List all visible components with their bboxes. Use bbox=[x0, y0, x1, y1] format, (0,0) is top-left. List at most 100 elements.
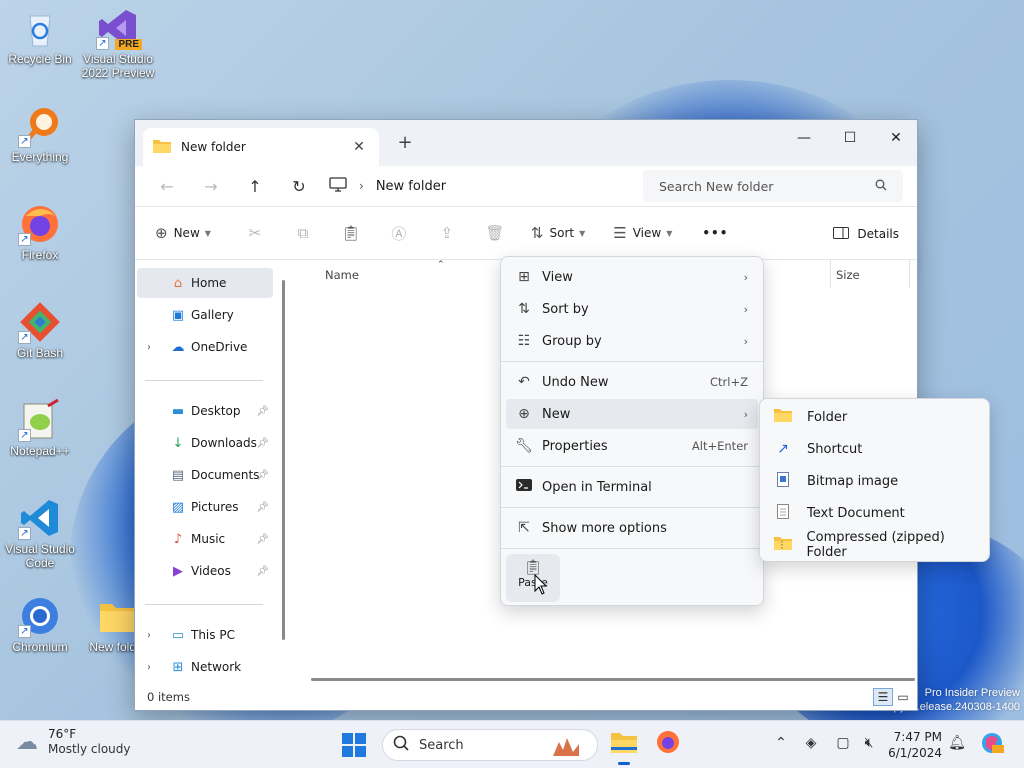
minimize-button[interactable]: — bbox=[781, 124, 827, 152]
up-arrow-icon[interactable]: ↑ bbox=[233, 177, 277, 196]
desktop-icon-visual-studio-preview[interactable]: PRE ↗ Visual Studio 2022 Preview bbox=[78, 6, 158, 80]
chevron-down-icon: ▼ bbox=[579, 228, 586, 238]
column-header-name[interactable]: Name bbox=[325, 268, 359, 282]
plus-circle-icon: ⊕ bbox=[518, 406, 530, 422]
breadcrumb-current[interactable]: New folder bbox=[376, 179, 446, 194]
desktop-icon-everything[interactable]: ↗ Everything bbox=[0, 104, 80, 164]
desktop-icon-chromium[interactable]: ↗ Chromium bbox=[0, 594, 80, 654]
nav-item-network[interactable]: › ⊞ Network bbox=[137, 652, 273, 682]
notepad-plus-plus-icon: ↗ bbox=[18, 398, 62, 442]
network-disconnected-icon[interactable]: ◈ bbox=[800, 735, 822, 751]
desktop-icon-label: Firefox bbox=[21, 248, 59, 262]
nav-item-this-pc[interactable]: › ▭ This PC bbox=[137, 620, 273, 650]
paste-icon[interactable]: 📋︎ bbox=[327, 224, 375, 242]
sort-icon: ⇅ bbox=[518, 301, 530, 317]
column-header-size[interactable]: Size bbox=[836, 268, 860, 282]
nav-item-desktop[interactable]: ▬ Desktop 📌︎ bbox=[137, 396, 273, 426]
refresh-icon[interactable]: ↻ bbox=[277, 177, 321, 196]
share-icon[interactable]: ⇪ bbox=[423, 224, 471, 242]
more-options-icon[interactable]: ••• bbox=[696, 217, 734, 249]
desktop-icon-recycle-bin[interactable]: Recycle Bin bbox=[0, 6, 80, 66]
nav-pane-scrollbar[interactable] bbox=[282, 280, 285, 640]
windows-start-icon[interactable] bbox=[342, 733, 366, 757]
horizontal-scrollbar[interactable] bbox=[311, 678, 915, 681]
chromium-icon: ↗ bbox=[18, 594, 62, 638]
nav-item-downloads[interactable]: ↓ Downloads 📌︎ bbox=[137, 428, 273, 458]
column-divider[interactable] bbox=[830, 260, 831, 288]
system-clock[interactable]: 7:47 PM 6/1/2024 bbox=[880, 729, 942, 761]
cloud-icon: ☁ bbox=[16, 729, 38, 755]
nav-item-documents[interactable]: ▤ Documents 📌︎ bbox=[137, 460, 273, 490]
pin-icon: 📌︎ bbox=[256, 437, 269, 449]
desktop-icon-git-bash[interactable]: ↗ Git Bash bbox=[0, 300, 80, 360]
nav-item-pictures[interactable]: ▨ Pictures 📌︎ bbox=[137, 492, 273, 522]
menu-item-new[interactable]: ⊕ New › bbox=[506, 399, 758, 429]
submenu-item-bitmap-image[interactable]: Bitmap image bbox=[765, 466, 985, 496]
view-button[interactable]: ☰ View ▼ bbox=[607, 217, 678, 249]
paste-button[interactable]: 📋︎ Paste bbox=[506, 554, 560, 602]
desktop-icon-notepad-plus-plus[interactable]: ↗ Notepad++ bbox=[0, 398, 80, 458]
submenu-item-compressed-folder[interactable]: Compressed (zipped) Folder bbox=[765, 530, 985, 560]
rename-icon[interactable]: Ⓐ bbox=[375, 223, 423, 244]
nav-item-onedrive[interactable]: › ☁ OneDrive bbox=[137, 332, 273, 362]
menu-item-show-more-options[interactable]: ⇱ Show more options bbox=[506, 513, 758, 543]
menu-item-view[interactable]: ⊞ View › bbox=[506, 262, 758, 292]
chevron-right-icon[interactable]: › bbox=[147, 662, 151, 673]
new-button[interactable]: ⊕ New ▼ bbox=[149, 217, 217, 249]
chevron-right-icon[interactable]: › bbox=[147, 342, 151, 353]
desktop-icon-vscode[interactable]: ↗ Visual Studio Code bbox=[0, 496, 80, 570]
menu-item-group-by[interactable]: ☷ Group by › bbox=[506, 326, 758, 356]
tab-title: New folder bbox=[181, 140, 246, 154]
copilot-preview-icon[interactable] bbox=[980, 731, 1004, 759]
menu-item-sort-by[interactable]: ⇅ Sort by › bbox=[506, 294, 758, 324]
nav-item-gallery[interactable]: ▣ Gallery bbox=[137, 300, 273, 330]
submenu-item-text-document[interactable]: Text Document bbox=[765, 498, 985, 528]
weather-widget[interactable]: ☁ 76°F Mostly cloudy bbox=[16, 727, 131, 757]
menu-divider bbox=[501, 548, 763, 549]
chevron-right-icon: › bbox=[743, 407, 748, 421]
shortcut-arrow-icon: ↗ bbox=[18, 625, 31, 638]
display-icon[interactable]: ▢ bbox=[832, 735, 854, 751]
pictures-icon: ▨ bbox=[171, 499, 185, 515]
chevron-up-icon[interactable]: ⌃ bbox=[770, 735, 792, 751]
delete-icon[interactable]: 🗑︎ bbox=[471, 224, 519, 242]
close-window-button[interactable]: ✕ bbox=[873, 124, 919, 152]
nav-item-label: Home bbox=[191, 276, 227, 290]
details-view-icon[interactable]: ☰ bbox=[873, 688, 893, 706]
nav-item-videos[interactable]: ▶ Videos 📌︎ bbox=[137, 556, 273, 586]
copy-icon[interactable]: ⧉ bbox=[279, 224, 327, 242]
submenu-item-folder[interactable]: Folder bbox=[765, 402, 985, 432]
back-arrow-icon[interactable]: ← bbox=[145, 177, 189, 196]
taskbar: ☁ 76°F Mostly cloudy Search ⌃ ◈ ▢ 🔇︎ 7:4… bbox=[0, 720, 1024, 768]
nav-divider bbox=[145, 604, 263, 605]
close-tab-icon[interactable]: ✕ bbox=[349, 139, 369, 155]
menu-item-undo-new[interactable]: ↶ Undo New Ctrl+Z bbox=[506, 367, 758, 397]
tab-new-folder[interactable]: New folder ✕ bbox=[143, 128, 379, 166]
desktop-icon-label: Everything bbox=[11, 150, 69, 164]
desktop-icon-firefox[interactable]: ↗ Firefox bbox=[0, 202, 80, 262]
menu-item-label: Sort by bbox=[542, 301, 589, 317]
list-icon: ☷ bbox=[517, 333, 531, 349]
menu-item-properties[interactable]: 🔧︎ Properties Alt+Enter bbox=[506, 431, 758, 461]
sort-button[interactable]: ⇅ Sort ▼ bbox=[525, 217, 591, 249]
nav-item-music[interactable]: ♪ Music 📌︎ bbox=[137, 524, 273, 554]
search-input[interactable] bbox=[659, 178, 875, 194]
chevron-right-icon[interactable]: › bbox=[147, 630, 151, 641]
forward-arrow-icon[interactable]: → bbox=[189, 177, 233, 196]
paste-icon: 📋︎ bbox=[523, 558, 543, 576]
taskbar-firefox[interactable] bbox=[648, 729, 688, 761]
submenu-item-shortcut[interactable]: ↗ Shortcut bbox=[765, 434, 985, 464]
notification-bell-icon[interactable]: 🔔︎ bbox=[946, 735, 968, 751]
maximize-button[interactable]: ☐ bbox=[827, 124, 873, 152]
taskbar-search-box[interactable]: Search bbox=[382, 729, 598, 761]
taskbar-file-explorer[interactable] bbox=[604, 729, 644, 765]
details-button[interactable]: Details bbox=[833, 218, 899, 250]
search-box[interactable] bbox=[643, 170, 903, 202]
nav-item-home[interactable]: ⌂ Home bbox=[137, 268, 273, 298]
cut-icon[interactable]: ✂ bbox=[231, 224, 279, 242]
volume-muted-icon[interactable]: 🔇︎ bbox=[858, 735, 880, 751]
new-tab-button[interactable]: + bbox=[393, 132, 417, 153]
column-divider[interactable] bbox=[909, 260, 910, 288]
menu-item-open-in-terminal[interactable]: Open in Terminal bbox=[506, 472, 758, 502]
tiles-view-icon[interactable]: ▭ bbox=[893, 688, 913, 706]
